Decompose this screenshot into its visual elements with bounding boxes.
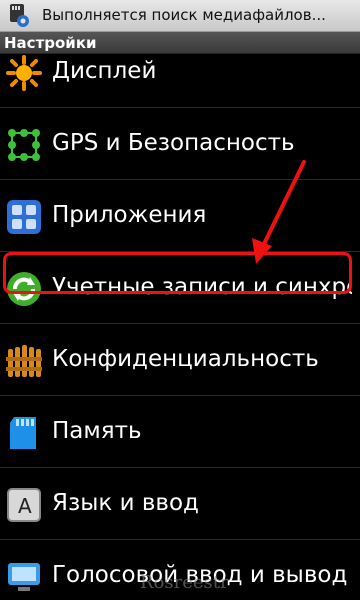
sd-card-scan-icon (10, 4, 29, 27)
settings-item-gps-security[interactable]: GPS и Безопасность (0, 108, 360, 180)
settings-item-memory[interactable]: Память (0, 396, 360, 468)
title-bar: Настройки (0, 32, 360, 54)
sync-icon (7, 272, 41, 306)
applications-icon (7, 200, 41, 234)
settings-item-label: Язык и ввод (52, 490, 199, 516)
settings-list[interactable]: Дисплей GPS и Безопасность Приложения Уч… (0, 54, 360, 600)
settings-item-privacy[interactable]: Конфиденциальность (0, 324, 360, 396)
display-sun-icon (6, 55, 42, 91)
memory-card-icon (10, 417, 36, 449)
privacy-icon (6, 345, 42, 377)
settings-item-language-input[interactable]: A Язык и ввод (0, 468, 360, 540)
voice-io-icon (8, 563, 40, 591)
settings-item-applications[interactable]: Приложения (0, 180, 360, 252)
language-icon: A (7, 488, 41, 522)
settings-item-display[interactable]: Дисплей (0, 54, 360, 108)
settings-item-accounts-sync[interactable]: Учетные записи и синхронизация (0, 252, 360, 324)
settings-item-label: Дисплей (52, 58, 157, 84)
svg-text:A: A (18, 494, 32, 518)
settings-item-label: Конфиденциальность (52, 346, 319, 372)
watermark: Rosreestr (140, 572, 229, 593)
settings-item-label: Учетные записи и синхронизация (52, 274, 352, 300)
page-title: Настройки (4, 34, 97, 52)
settings-item-label: Память (52, 418, 142, 444)
status-notification-text: Выполняется поиск медиафайлов... (42, 6, 326, 24)
settings-item-label: Приложения (52, 202, 207, 228)
status-bar[interactable]: Выполняется поиск медиафайлов... (0, 0, 360, 32)
settings-item-label: GPS и Безопасность (52, 130, 295, 156)
gps-security-icon (8, 129, 40, 161)
